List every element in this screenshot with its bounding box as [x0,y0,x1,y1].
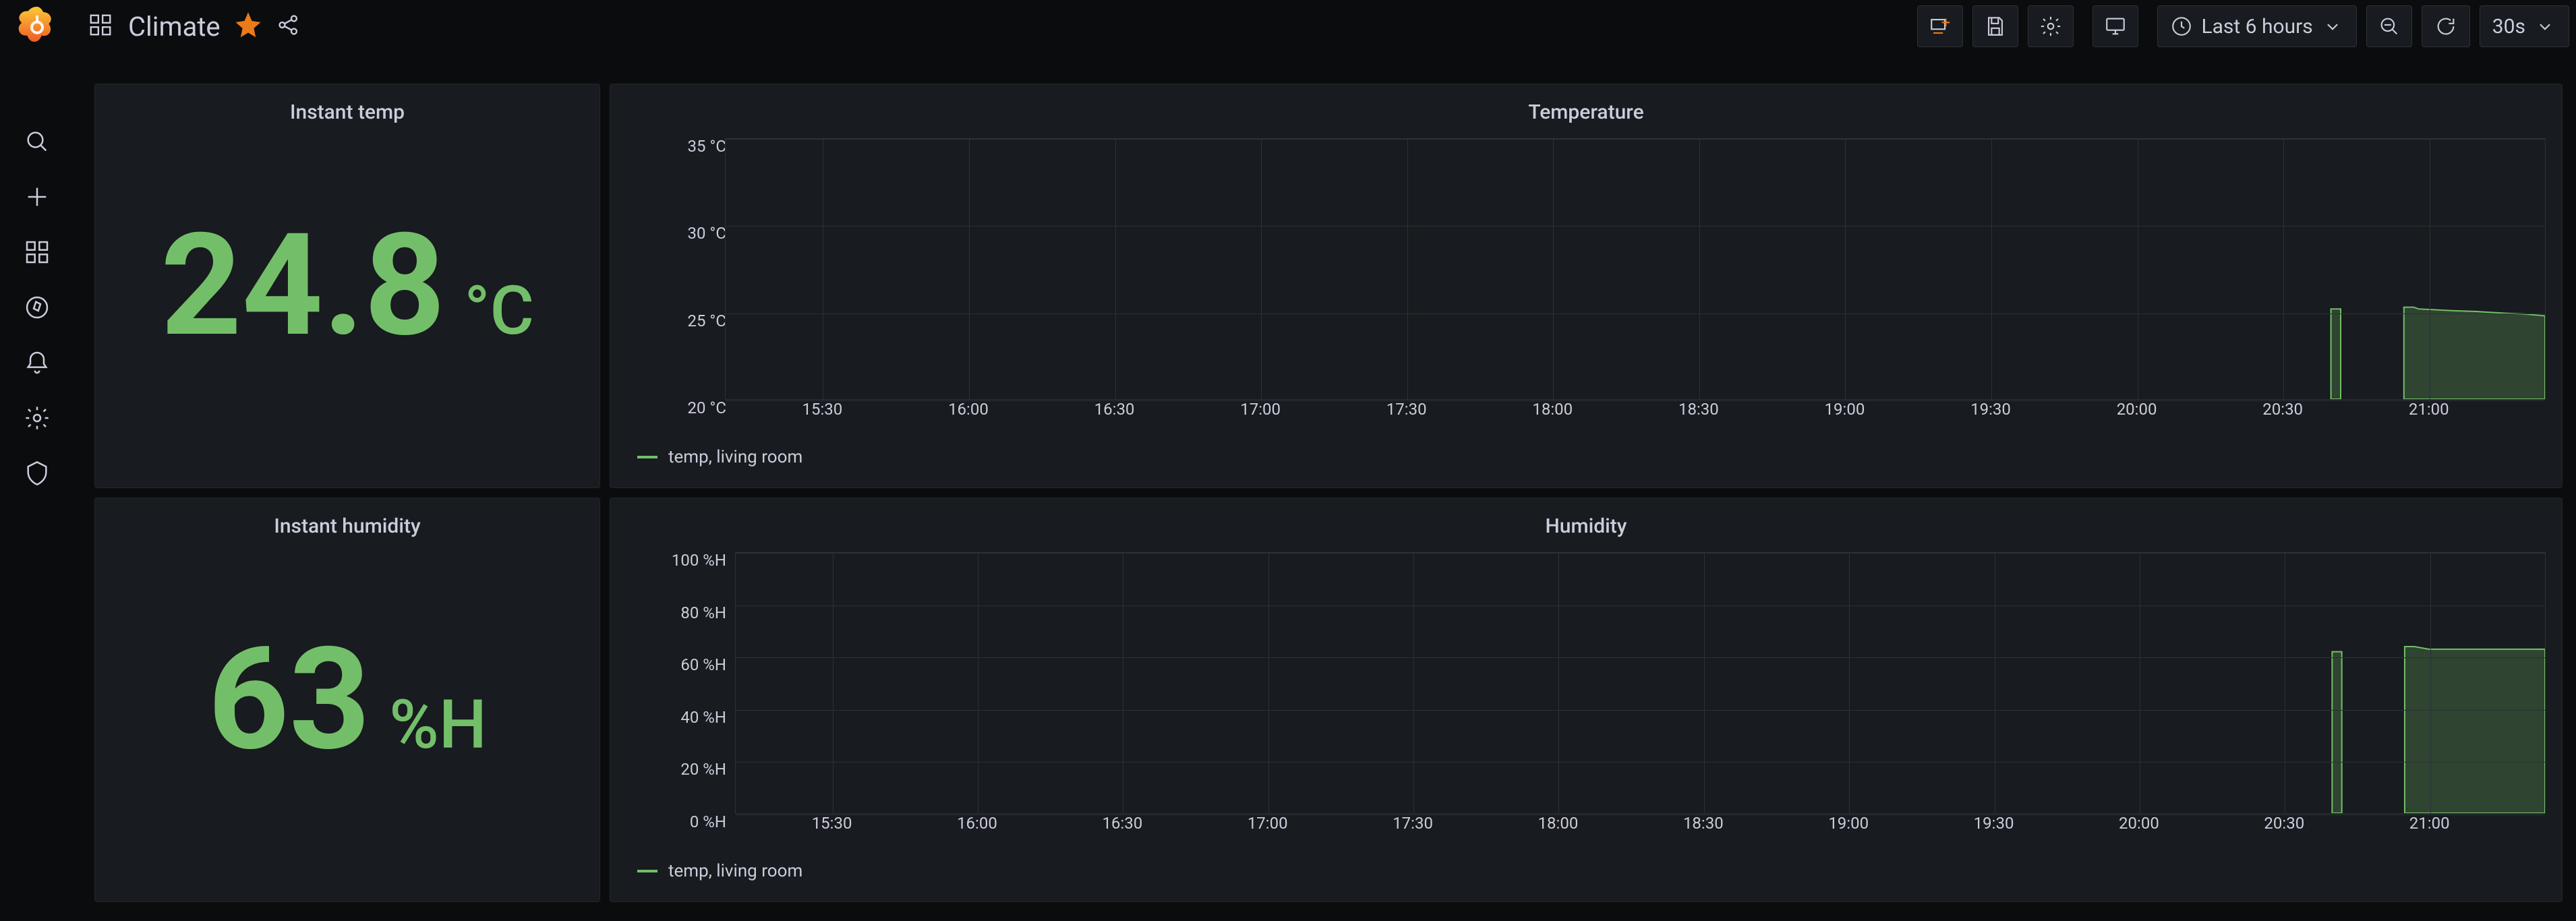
panel-instant-humidity[interactable]: Instant humidity 63 %H [94,498,600,902]
save-button[interactable] [1972,5,2018,47]
x-tick-label: 19:00 [1825,400,1865,419]
apps-icon[interactable] [88,12,113,40]
time-picker-button[interactable]: Last 6 hours [2157,5,2356,47]
x-tick-label: 21:00 [2409,400,2449,419]
y-tick-label: 25 °C [687,311,726,330]
refresh-interval-picker[interactable]: 30s [2480,5,2569,47]
x-tick-label: 17:00 [1248,814,1288,833]
y-tick-label: 20 %H [680,760,726,779]
x-tick-label: 19:30 [1974,814,2014,833]
stat-unit: %H [389,686,487,765]
search-icon[interactable] [22,127,52,156]
x-tick-label: 20:30 [2262,400,2303,419]
y-tick-label: 35 °C [687,137,726,156]
x-tick-label: 19:30 [1970,400,2011,419]
panel-title: Humidity [610,498,2562,538]
stat-value-container: 63 %H [95,629,599,771]
y-tick-label: 20 °C [687,398,726,417]
refresh-interval-label: 30s [2492,15,2525,38]
chart-series-area [2405,647,2545,813]
stat-value: 63 [208,629,370,771]
y-tick-label: 60 %H [680,655,726,674]
favorite-star-icon[interactable] [235,12,261,40]
x-tick-label: 17:00 [1240,400,1281,419]
panels-grid: Instant temp 24.8 °C Temperature 20 °C 25… [94,84,2563,902]
panel-title: Instant temp [95,84,599,124]
chevron-down-icon [2321,15,2344,38]
admin-icon[interactable] [22,458,52,488]
x-tick-label: 16:30 [1094,400,1135,419]
x-tick-label: 15:30 [802,400,842,419]
configuration-icon[interactable] [22,403,52,433]
add-panel-button[interactable] [1917,5,1963,47]
y-tick-label: 30 °C [687,224,726,243]
x-tick-label: 20:00 [2119,814,2159,833]
topbar: Climate Last 6 hours 30s [88,3,2569,50]
refresh-icon [2434,15,2457,38]
x-tick-label: 18:00 [1532,400,1573,419]
stat-value-container: 24.8 °C [95,215,599,357]
x-tick-label: 18:30 [1678,400,1719,419]
share-icon[interactable] [276,12,301,40]
legend-swatch [637,456,657,458]
time-picker-label: Last 6 hours [2201,15,2312,38]
x-tick-label: 17:30 [1393,814,1433,833]
x-tick-label: 18:30 [1683,814,1724,833]
legend-label: temp, living room [668,861,802,881]
panel-title: Temperature [610,84,2562,124]
y-tick-label: 80 %H [680,603,726,622]
chart-plot-area[interactable] [735,552,2546,814]
chart-legend[interactable]: temp, living room [637,447,802,467]
legend-swatch [637,870,657,872]
create-icon[interactable] [22,182,52,212]
x-tick-label: 20:30 [2264,814,2304,833]
x-tick-label: 19:00 [1828,814,1869,833]
x-tick-label: 18:00 [1538,814,1579,833]
panel-instant-temp[interactable]: Instant temp 24.8 °C [94,84,600,488]
panel-temperature[interactable]: Temperature 20 °C 25 °C 30 °C 35 °C 15:30 16… [610,84,2563,488]
chart-plot-area[interactable] [725,138,2546,400]
x-tick-label: 15:30 [812,814,852,833]
chart-legend[interactable]: temp, living room [637,861,802,881]
x-tick-label: 20:00 [2117,400,2157,419]
chart-series-area [2404,307,2545,399]
stat-value: 24.8 [160,215,445,357]
legend-label: temp, living room [668,447,802,467]
chart-series-area [2332,652,2341,813]
y-tick-label: 40 %H [680,708,726,727]
x-tick-label: 16:30 [1102,814,1142,833]
view-mode-button[interactable] [2092,5,2138,47]
panel-humidity[interactable]: Humidity 0 %H20 %H40 %H60 %H80 %H100 %H … [610,498,2563,902]
refresh-button[interactable] [2422,5,2470,47]
x-tick-label: 17:30 [1386,400,1427,419]
x-tick-label: 21:00 [2409,814,2450,833]
sidebar [0,0,74,921]
zoom-out-button[interactable] [2366,5,2412,47]
settings-button[interactable] [2028,5,2074,47]
grafana-logo[interactable] [16,4,59,47]
dashboard-title[interactable]: Climate [128,11,221,42]
alerting-icon[interactable] [22,348,52,378]
chevron-down-icon [2534,15,2556,38]
y-tick-label: 0 %H [690,812,726,831]
panel-title: Instant humidity [95,498,599,538]
x-tick-label: 16:00 [948,400,989,419]
clock-icon [2170,15,2193,38]
x-tick-label: 16:00 [957,814,997,833]
dashboards-icon[interactable] [22,237,52,267]
y-tick-label: 100 %H [672,551,726,570]
chart-series-area [2331,309,2341,399]
explore-icon[interactable] [22,293,52,322]
stat-unit: °C [464,272,534,351]
